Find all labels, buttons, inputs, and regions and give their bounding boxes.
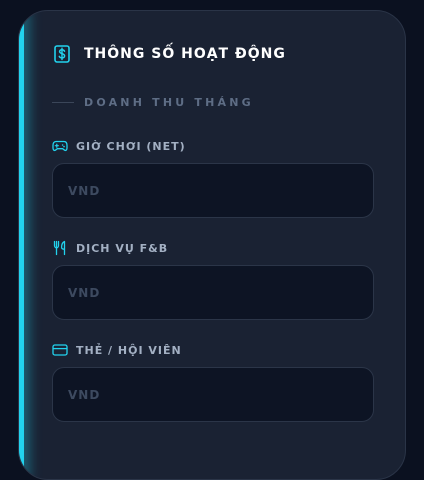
- operating-metrics-panel: THÔNG SỐ HOẠT ĐỘNG DOANH THU THÁNG GIỜ C…: [18, 10, 406, 480]
- section-divider: [52, 102, 74, 103]
- section-heading: DOANH THU THÁNG: [52, 96, 254, 109]
- section-heading-text: DOANH THU THÁNG: [84, 96, 254, 109]
- credit-card-icon: [52, 342, 68, 358]
- field-membership-card: THẺ / HỘI VIÊN: [52, 342, 374, 422]
- gaming-hours-input[interactable]: [52, 163, 374, 218]
- gamepad-icon: [52, 138, 68, 154]
- food-beverage-input[interactable]: [52, 265, 374, 320]
- field-label-row: GIỜ CHƠI (NET): [52, 138, 374, 154]
- field-label-row: DỊCH VỤ F&B: [52, 240, 374, 256]
- dollar-icon: [54, 45, 70, 63]
- membership-card-input[interactable]: [52, 367, 374, 422]
- accent-bar: [19, 11, 24, 479]
- field-label: GIỜ CHƠI (NET): [76, 139, 186, 153]
- field-gaming-hours: GIỜ CHƠI (NET): [52, 138, 374, 218]
- panel-header: THÔNG SỐ HOẠT ĐỘNG: [54, 45, 286, 63]
- panel-title: THÔNG SỐ HOẠT ĐỘNG: [84, 46, 286, 62]
- field-label: THẺ / HỘI VIÊN: [76, 343, 182, 357]
- utensils-icon: [52, 240, 68, 256]
- field-label: DỊCH VỤ F&B: [76, 241, 169, 255]
- field-label-row: THẺ / HỘI VIÊN: [52, 342, 374, 358]
- field-food-beverage: DỊCH VỤ F&B: [52, 240, 374, 320]
